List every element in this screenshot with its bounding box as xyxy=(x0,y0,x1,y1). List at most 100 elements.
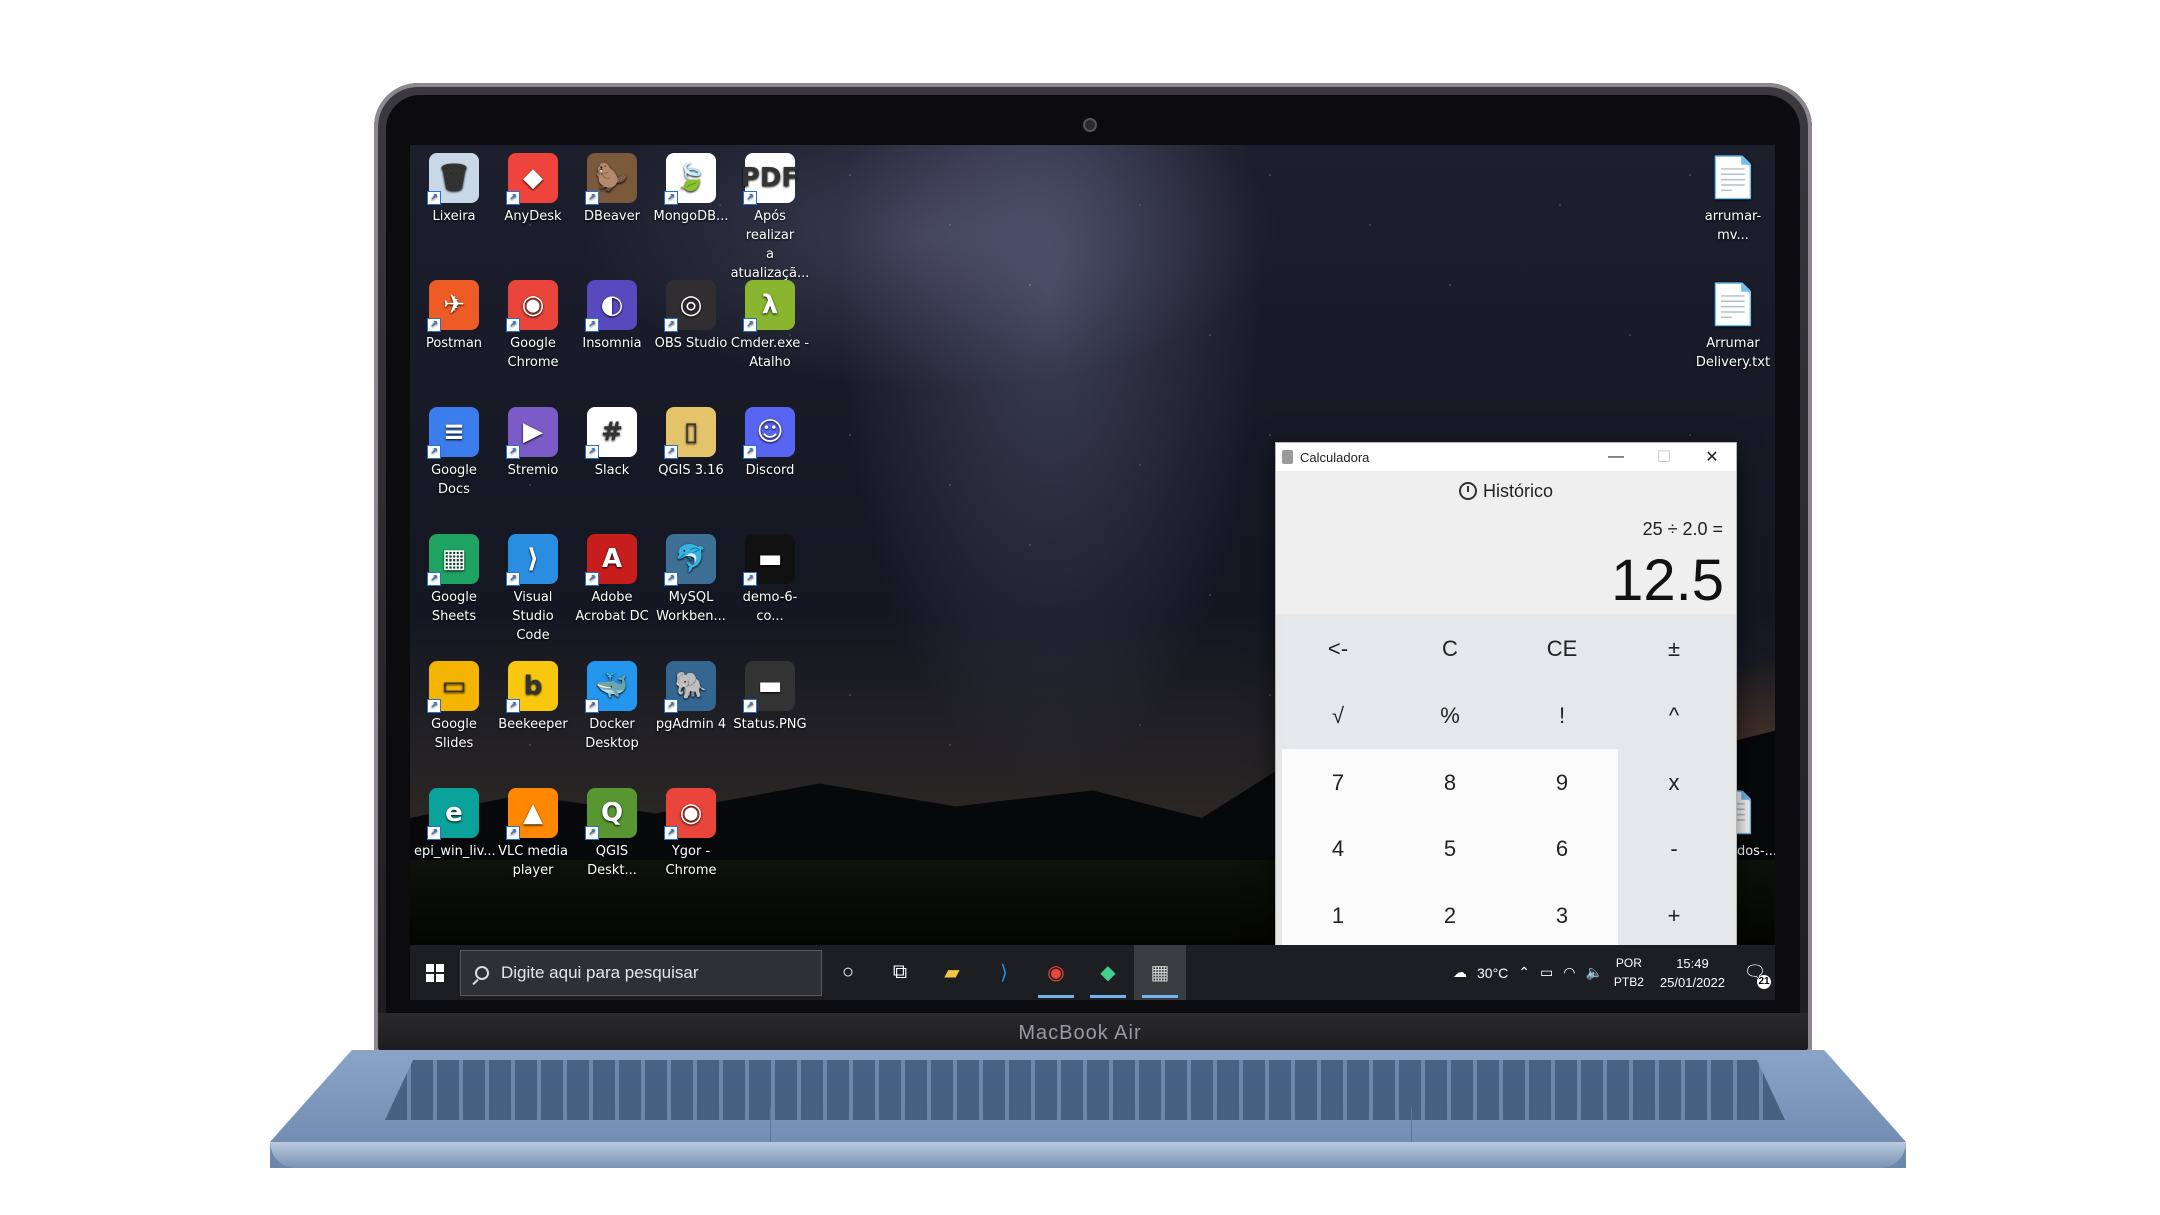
calc-key[interactable]: 2 xyxy=(1394,882,1506,950)
shortcut-arrow-icon: ↗ xyxy=(585,318,599,332)
shortcut-arrow-icon: ↗ xyxy=(585,191,599,205)
shortcut-arrow-icon: ↗ xyxy=(506,445,520,459)
history-button[interactable]: Histórico xyxy=(1276,471,1736,511)
desktop-file-icon[interactable]: 📄 Arrumar Delivery.txt xyxy=(1693,280,1773,372)
calc-key[interactable]: √ xyxy=(1282,682,1394,750)
desktop-icon[interactable]: ≡ ↗ Google Docs xyxy=(414,407,494,499)
minimize-button[interactable]: — xyxy=(1592,443,1640,471)
calc-key[interactable]: 1 xyxy=(1282,882,1394,950)
shortcut-arrow-icon: ↗ xyxy=(743,445,757,459)
shortcut-arrow-icon: ↗ xyxy=(427,826,441,840)
desktop-icon-label: DBeaver xyxy=(584,209,640,224)
chrome-icon[interactable]: ◉ xyxy=(1030,945,1082,1000)
calc-key[interactable]: 4 xyxy=(1282,815,1394,883)
calc-key[interactable]: 9 xyxy=(1506,749,1618,816)
calc-key[interactable]: 7 xyxy=(1282,749,1394,816)
notification-center-button[interactable]: 🗨 21 xyxy=(1735,953,1775,993)
app-icon: A ↗ xyxy=(585,534,637,586)
desktop-icon[interactable]: PDF ↗ Após realizar a atualizaçã... xyxy=(730,153,810,283)
desktop-icon[interactable]: λ ↗ Cmder.exe - Atalho xyxy=(730,280,810,372)
calc-key[interactable]: ! xyxy=(1506,682,1618,750)
taskbar: Digite aqui para pesquisar ○ ⧉ ▰ ⟩ ◉ ◆ ▦… xyxy=(410,945,1775,1000)
desktop-icon[interactable]: ▬ ↗ demo-6-co... xyxy=(730,534,810,626)
expression-display: 25 ÷ 2.0 = xyxy=(1276,511,1736,547)
taskbar-search[interactable]: Digite aqui para pesquisar xyxy=(460,949,822,996)
calc-key[interactable]: CE xyxy=(1506,616,1618,683)
desktop-icon[interactable]: ✈ ↗ Postman xyxy=(414,280,494,353)
calc-key[interactable]: <- xyxy=(1282,616,1394,683)
calc-key[interactable]: 8 xyxy=(1394,749,1506,816)
calc-key[interactable]: 6 xyxy=(1506,815,1618,883)
desktop-icon[interactable]: ◉ ↗ Ygor - Chrome xyxy=(651,788,731,880)
cortana-icon[interactable]: ○ xyxy=(822,945,874,1000)
desktop-icon[interactable]: 🗑 ↗ Lixeira xyxy=(414,153,494,226)
calc-key[interactable]: x xyxy=(1618,749,1730,816)
calc-key[interactable]: C xyxy=(1394,616,1506,683)
calc-key[interactable]: ± xyxy=(1618,616,1730,683)
calc-key[interactable]: - xyxy=(1618,815,1730,883)
desktop-file-icon[interactable]: 📄 arrumar-mv... xyxy=(1693,153,1773,245)
desktop-icon[interactable]: ▭ ↗ Google Slides xyxy=(414,661,494,753)
calc-key[interactable]: + xyxy=(1618,882,1730,950)
desktop-icon[interactable]: ◉ ↗ Google Chrome xyxy=(493,280,573,372)
calculator-titlebar[interactable]: Calculadora — ☐ ✕ xyxy=(1276,443,1736,471)
desktop-icon[interactable]: 🐬 ↗ MySQL Workben... xyxy=(651,534,731,626)
desktop-icon[interactable]: 🍃 ↗ MongoDB... xyxy=(651,153,731,226)
desktop-icon[interactable]: ▦ ↗ Google Sheets xyxy=(414,534,494,626)
start-button[interactable] xyxy=(410,945,460,1000)
desktop-icon[interactable]: 🐘 ↗ pgAdmin 4 xyxy=(651,661,731,734)
calculator-window[interactable]: Calculadora — ☐ ✕ Histórico 25 ÷ 2.0 = 1… xyxy=(1275,442,1737,1000)
calc-key[interactable]: 3 xyxy=(1506,882,1618,950)
weather-temp[interactable]: 30°C xyxy=(1477,965,1508,981)
desktop-icon[interactable]: A ↗ Adobe Acrobat DC xyxy=(572,534,652,626)
desktop-icon[interactable]: ⟩ ↗ Visual Studio Code xyxy=(493,534,573,645)
calculator-icon[interactable]: ▦ xyxy=(1134,945,1186,1000)
desktop-icon-label: Slack xyxy=(594,463,630,478)
desktop-icon[interactable]: 🐳 ↗ Docker Desktop xyxy=(572,661,652,753)
desktop-icon[interactable]: ◐ ↗ Insomnia xyxy=(572,280,652,353)
history-icon xyxy=(1458,482,1477,500)
chevron-up-icon[interactable]: ⌃ xyxy=(1518,964,1530,981)
app-icon: ◆ ↗ xyxy=(506,153,558,205)
search-placeholder: Digite aqui para pesquisar xyxy=(501,962,699,982)
calc-key[interactable]: 5 xyxy=(1394,815,1506,883)
maximize-button[interactable]: ☐ xyxy=(1640,443,1688,471)
task-view-icon[interactable]: ⧉ xyxy=(874,945,926,1000)
calc-key[interactable]: ^ xyxy=(1618,682,1730,750)
desktop-icon[interactable]: ▲ ↗ VLC media player xyxy=(493,788,573,880)
clock[interactable]: 15:49 25/01/2022 xyxy=(1660,954,1725,992)
desktop-icon-label: AnyDesk xyxy=(504,209,562,224)
weather-icon[interactable]: ☁ xyxy=(1453,964,1467,981)
desktop-icon[interactable]: ☺ ↗ Discord xyxy=(730,407,810,480)
wifi-icon[interactable]: ◠ xyxy=(1563,964,1575,981)
language-indicator[interactable]: POR PTB2 xyxy=(1614,954,1644,992)
desktop-icon[interactable]: ▶ ↗ Stremio xyxy=(493,407,573,480)
app-icon: ✈ ↗ xyxy=(427,280,479,332)
desktop-icon[interactable]: # ↗ Slack xyxy=(572,407,652,480)
desktop-icon[interactable]: e ↗ epi_win_liv... xyxy=(414,788,496,861)
desktop-icon[interactable]: 🦫 ↗ DBeaver xyxy=(572,153,652,226)
shortcut-arrow-icon: ↗ xyxy=(427,572,441,586)
desktop-icon[interactable]: Q ↗ QGIS Deskt... xyxy=(572,788,652,880)
desktop-icon[interactable]: ◎ ↗ OBS Studio xyxy=(651,280,731,353)
shortcut-arrow-icon: ↗ xyxy=(743,572,757,586)
desktop-icon[interactable]: ▯ ↗ QGIS 3.16 xyxy=(651,407,731,480)
desktop-icon[interactable]: ◆ ↗ AnyDesk xyxy=(493,153,573,226)
close-button[interactable]: ✕ xyxy=(1688,443,1736,471)
battery-icon[interactable]: ▭ xyxy=(1540,964,1553,981)
gitkraken-icon[interactable]: ◆ xyxy=(1082,945,1134,1000)
laptop-front-lip xyxy=(270,1142,1906,1168)
shortcut-arrow-icon: ↗ xyxy=(506,699,520,713)
desktop-icon-label: Após realizar a atualizaçã... xyxy=(730,209,810,281)
vscode-icon[interactable]: ⟩ xyxy=(978,945,1030,1000)
calc-key[interactable]: % xyxy=(1394,682,1506,750)
desktop-icon-label: Visual Studio Code xyxy=(512,590,554,643)
desktop-icon[interactable]: ▬ ↗ Status.PNG xyxy=(730,661,810,734)
file-explorer-icon[interactable]: ▰ xyxy=(926,945,978,1000)
desktop-icon[interactable]: b ↗ Beekeeper xyxy=(493,661,573,734)
desktop-screen: 🗑 ↗ Lixeira ◆ ↗ AnyDesk 🦫 ↗ DBeaver 🍃 ↗ MongoDB... P… xyxy=(410,145,1775,1000)
shortcut-arrow-icon: ↗ xyxy=(743,191,757,205)
volume-icon[interactable]: 🔈 xyxy=(1585,964,1602,981)
desktop-icon-label: Status.PNG xyxy=(733,717,807,732)
app-icon: ▦ ↗ xyxy=(427,534,479,586)
